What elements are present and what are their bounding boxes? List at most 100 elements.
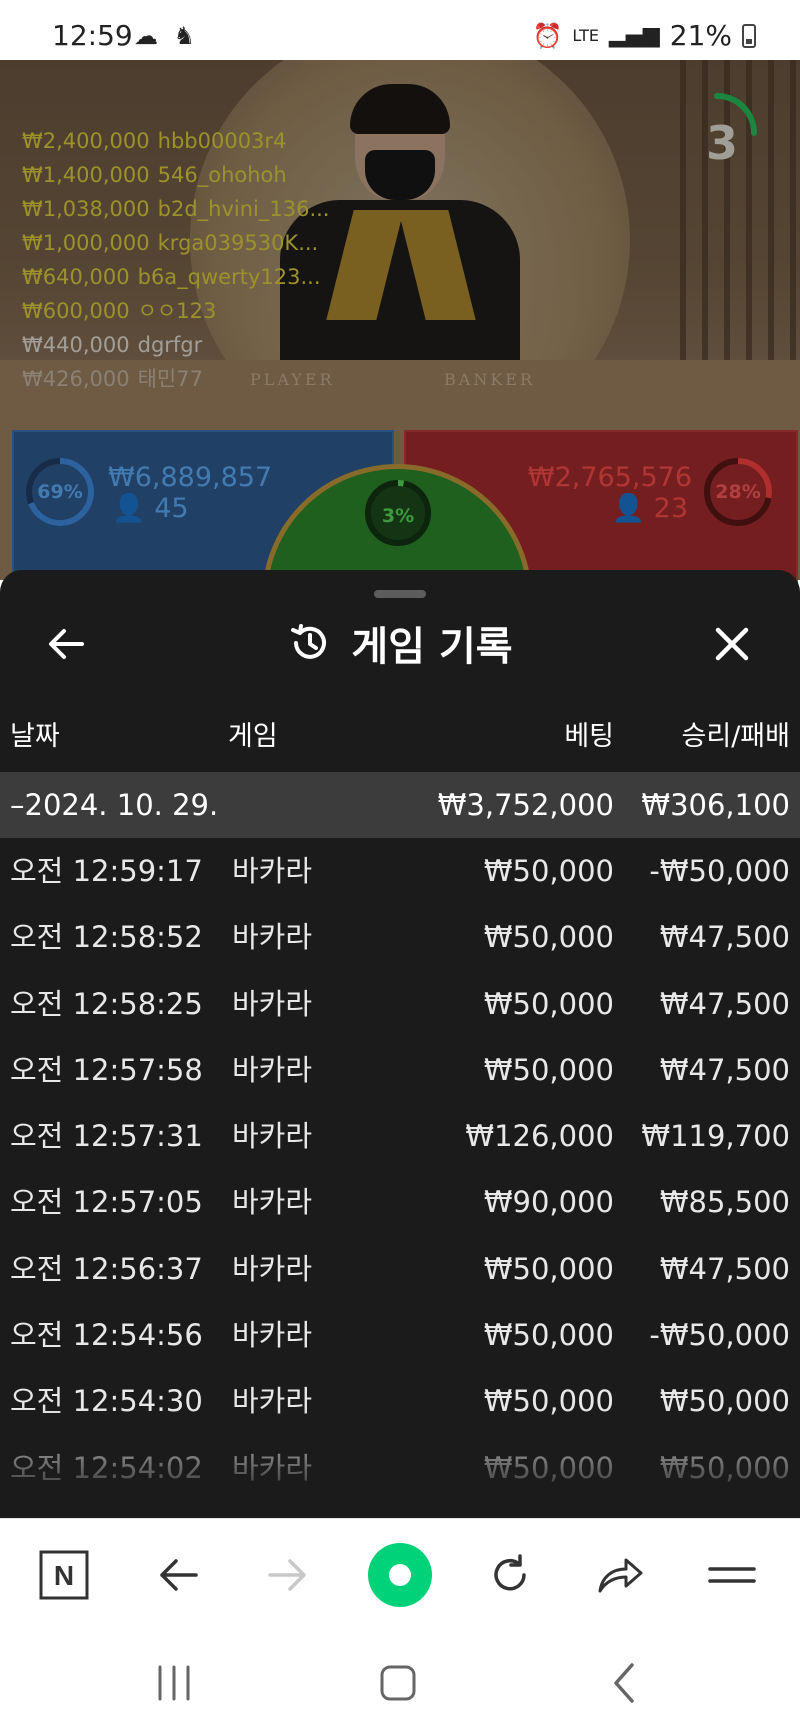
row-time: 오전 12:57:58 (10, 1052, 203, 1087)
row-bet: ₩90,000 (483, 1185, 614, 1220)
row-time: 오전 12:58:25 (10, 986, 203, 1021)
history-row[interactable]: 오전 12:59:17 바카라 ₩50,000 -₩50,000 (0, 838, 800, 904)
row-bet: ₩50,000 (483, 1052, 614, 1087)
row-game: 바카라 (232, 1251, 313, 1286)
row-game: 바카라 (232, 1119, 313, 1154)
chevron-left-icon (614, 1663, 634, 1703)
row-result: ₩47,500 (659, 920, 790, 955)
back-arrow-icon (160, 1559, 198, 1591)
green-dot-button[interactable] (368, 1543, 432, 1607)
share-icon (598, 1558, 643, 1593)
signal-icon: ▂▄▆ (609, 23, 660, 48)
group-date: –2024. 10. 29. (10, 788, 219, 822)
group-win-total: ₩306,100 (641, 788, 790, 822)
browser-forward-button[interactable] (258, 1545, 318, 1605)
status-time: 12:59 (52, 19, 133, 52)
browser-toolbar: N (0, 1518, 800, 1628)
header-bet: 베팅 (564, 721, 614, 752)
system-nav-bar (0, 1628, 800, 1734)
history-list: 오전 12:59:17 바카라 ₩50,000 -₩50,000 오전 12:58:52… (0, 838, 800, 1501)
row-result: ₩47,500 (659, 986, 790, 1021)
history-row[interactable]: 오전 12:58:25 바카라 ₩50,000 ₩47,500 (0, 971, 800, 1037)
row-game: 바카라 (232, 1384, 313, 1419)
row-game: 바카라 (232, 1450, 313, 1485)
naver-home-label: N (54, 1560, 74, 1591)
history-row[interactable]: 오전 12:57:05 바카라 ₩90,000 ₩85,500 (0, 1169, 800, 1235)
alarm-icon: ⏰ (532, 21, 563, 50)
header-game: 게임 (228, 721, 278, 752)
system-back-button[interactable] (594, 1658, 654, 1708)
history-row[interactable]: 오전 12:57:31 바카라 ₩126,000 ₩119,700 (0, 1103, 800, 1169)
row-bet: ₩50,000 (483, 1251, 614, 1286)
history-row[interactable]: 오전 12:54:56 바카라 ₩50,000 -₩50,000 (0, 1302, 800, 1368)
table-header: 날짜 게임 베팅 승리/패배 (0, 714, 800, 764)
row-bet: ₩126,000 (465, 1119, 614, 1154)
row-bet: ₩50,000 (483, 986, 614, 1021)
history-row[interactable]: 오전 12:54:02 바카라 ₩50,000 ₩50,000 (0, 1435, 800, 1501)
row-result: ₩47,500 (659, 1052, 790, 1087)
sheet-header: 게임 기록 (0, 614, 800, 672)
row-result: ₩47,500 (659, 1251, 790, 1286)
row-time: 오전 12:54:30 (10, 1384, 203, 1419)
sheet-drag-handle[interactable] (374, 590, 426, 598)
row-bet: ₩50,000 (483, 920, 614, 955)
forward-arrow-icon (268, 1559, 306, 1591)
row-result: ₩50,000 (659, 1450, 790, 1485)
group-bet-total: ₩3,752,000 (437, 788, 614, 822)
history-icon (291, 624, 327, 659)
row-result: ₩119,700 (641, 1119, 790, 1154)
status-bar: 12:59 ☁ ♞ ⏰ LTE ▂▄▆ 21% (0, 0, 800, 60)
green-dot-icon (368, 1543, 432, 1607)
row-time: 오전 12:54:02 (10, 1450, 203, 1485)
lte-icon: LTE (572, 25, 599, 45)
close-button[interactable] (708, 620, 756, 668)
notification-icons: ☁ ♞ (134, 22, 200, 50)
row-result: -₩50,000 (649, 854, 790, 888)
row-time: 오전 12:54:56 (10, 1318, 203, 1353)
header-date: 날짜 (10, 721, 60, 752)
share-button[interactable] (590, 1545, 650, 1605)
battery-icon (742, 23, 756, 48)
home-icon (380, 1665, 416, 1701)
history-row[interactable]: 오전 12:57:58 바카라 ₩50,000 ₩47,500 (0, 1037, 800, 1103)
row-game: 바카라 (232, 986, 313, 1021)
row-game: 바카라 (232, 1052, 313, 1087)
row-game: 바카라 (232, 920, 313, 955)
naver-home-button[interactable]: N (34, 1545, 94, 1605)
refresh-icon (494, 1554, 526, 1591)
recent-apps-icon (158, 1665, 190, 1701)
browser-back-button[interactable] (148, 1545, 208, 1605)
header-win-loss: 승리/패배 (681, 721, 790, 752)
naver-home-icon: N (39, 1550, 89, 1600)
close-icon (715, 627, 749, 661)
refresh-button[interactable] (480, 1545, 540, 1605)
row-time: 오전 12:57:05 (10, 1185, 203, 1220)
history-row[interactable]: 오전 12:58:52 바카라 ₩50,000 ₩47,500 (0, 904, 800, 970)
video-dim-overlay (0, 60, 800, 580)
home-button[interactable] (368, 1658, 428, 1708)
menu-icon (708, 1567, 756, 1583)
recent-apps-button[interactable] (144, 1658, 204, 1708)
status-right: ⏰ LTE ▂▄▆ 21% (533, 19, 756, 52)
row-bet: ₩50,000 (483, 854, 614, 888)
row-time: 오전 12:58:52 (10, 920, 203, 955)
history-row[interactable]: 오전 12:56:37 바카라 ₩50,000 ₩47,500 (0, 1236, 800, 1302)
battery-percent: 21% (669, 19, 732, 52)
date-group-row[interactable]: –2024. 10. 29. ₩3,752,000 ₩306,100 (0, 772, 800, 838)
row-result: ₩85,500 (659, 1185, 790, 1220)
row-result: ₩50,000 (659, 1384, 790, 1419)
row-game: 바카라 (232, 854, 313, 888)
row-result: -₩50,000 (649, 1318, 790, 1353)
row-game: 바카라 (232, 1185, 313, 1220)
sheet-title: 게임 기록 (351, 624, 513, 670)
row-time: 오전 12:57:31 (10, 1119, 203, 1154)
row-game: 바카라 (232, 1318, 313, 1353)
row-bet: ₩50,000 (483, 1450, 614, 1485)
game-history-sheet: 게임 기록 날짜 게임 베팅 승리/패배 –2024. 10. 29. ₩3,7… (0, 570, 800, 1518)
history-row[interactable]: 오전 12:54:30 바카라 ₩50,000 ₩50,000 (0, 1368, 800, 1434)
row-time: 오전 12:56:37 (10, 1251, 203, 1286)
row-time: 오전 12:59:17 (10, 854, 203, 888)
row-bet: ₩50,000 (483, 1318, 614, 1353)
menu-button[interactable] (702, 1545, 762, 1605)
row-bet: ₩50,000 (483, 1384, 614, 1419)
